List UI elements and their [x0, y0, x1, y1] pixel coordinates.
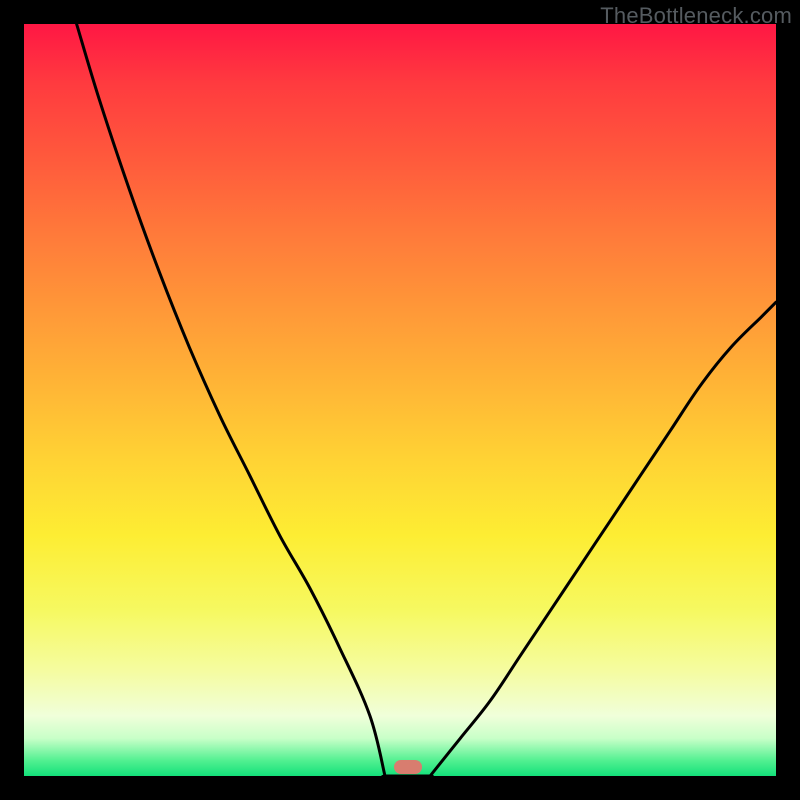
chart-plot-area [24, 24, 776, 776]
optimum-marker [394, 760, 422, 774]
bottleneck-curve [24, 24, 776, 776]
curve-path [77, 24, 776, 781]
watermark-text: TheBottleneck.com [600, 3, 792, 29]
